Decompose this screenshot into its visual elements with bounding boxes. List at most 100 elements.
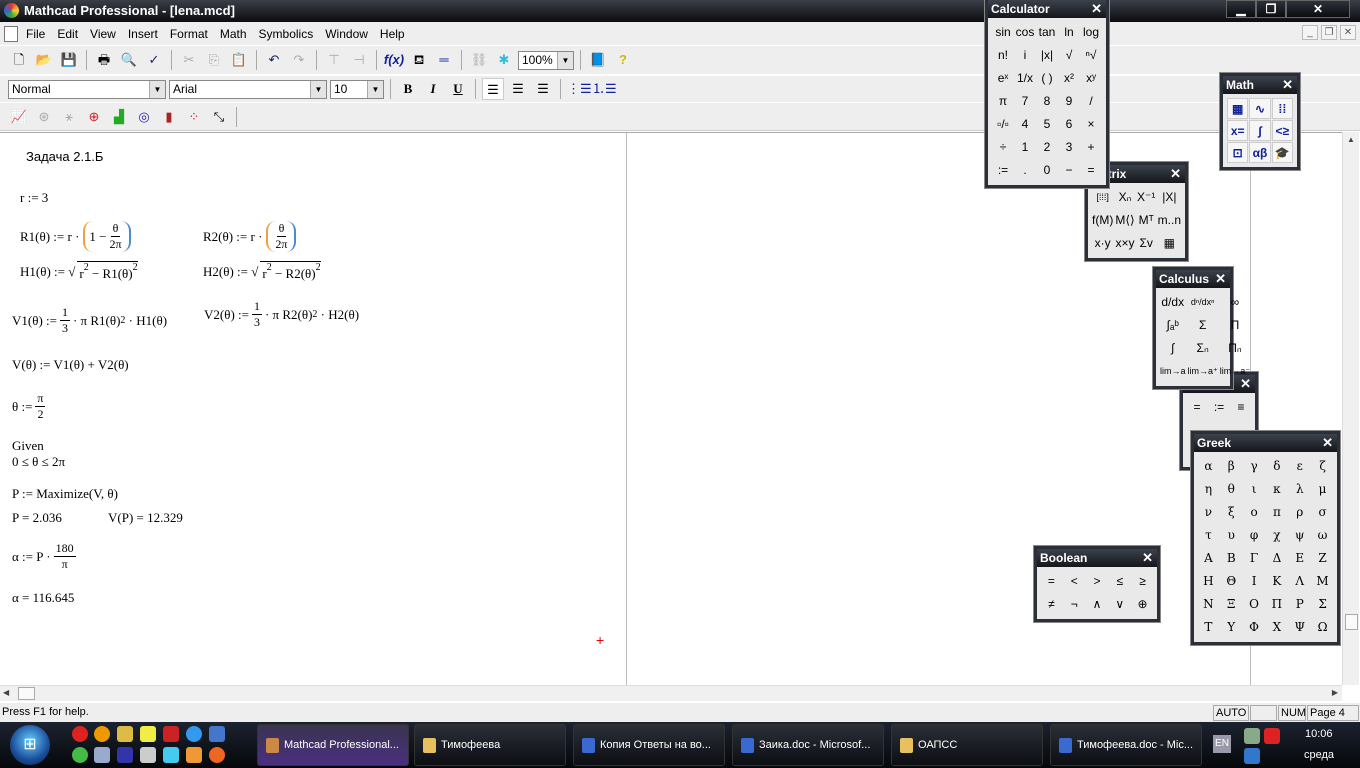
align-right-icon[interactable]: ☰ [532,78,554,100]
scroll-up-icon[interactable]: ▲ [1343,135,1359,144]
open-folder-icon[interactable]: 📂 [33,49,55,71]
calculator-key[interactable]: + [1080,137,1102,158]
greek-toolbar-icon[interactable]: αβ [1249,142,1271,163]
greek-key[interactable]: Ψ [1289,617,1310,638]
resource-center-icon[interactable]: ✱ [493,49,515,71]
diamond-icon[interactable] [163,747,179,763]
greek-key[interactable]: ψ [1289,525,1310,546]
greek-key[interactable]: ω [1312,525,1333,546]
insert-unit-icon[interactable]: ⛾ [408,49,430,71]
greek-key[interactable]: Α [1198,548,1219,569]
print-icon[interactable]: 🖶 [93,49,115,71]
calculator-key[interactable]: 5 [1036,114,1058,135]
calculator-key[interactable]: 8 [1036,91,1058,112]
greek-key[interactable]: η [1198,479,1219,500]
calculator-palette[interactable]: Calculator ✕ sin cos tan ln log n! i |x| √ ⁿ√ eˣ 1/x… [985,0,1109,188]
greek-key[interactable]: ο [1244,502,1265,523]
paste-icon[interactable]: 📋 [228,49,250,71]
paint-icon[interactable] [117,726,133,742]
taskbar-button[interactable]: Заика.doc - Microsof... [732,724,884,766]
greek-key[interactable]: χ [1267,525,1288,546]
greek-key[interactable]: Ν [1198,594,1219,615]
vp-result[interactable]: V(P) = 12.329 [108,510,183,526]
matrix-key[interactable]: Σv [1137,233,1156,254]
menu-window[interactable]: Window [319,27,374,41]
calculus-key[interactable]: d/dx [1160,292,1186,313]
undo-icon[interactable]: ↶ [263,49,285,71]
download-icon[interactable] [163,726,179,742]
greek-key[interactable]: ε [1289,456,1310,477]
calculator-toolbar-icon[interactable]: ▦ [1227,98,1249,119]
boolean-key[interactable]: ≠ [1041,594,1062,615]
greek-key[interactable]: Τ [1198,617,1219,638]
calculator-key[interactable]: − [1058,160,1080,181]
menu-view[interactable]: View [84,27,122,41]
close-icon[interactable]: ✕ [1322,434,1333,452]
clock-time[interactable]: 10:06 [1305,728,1333,740]
greek-key[interactable]: Γ [1244,548,1265,569]
calculator-key[interactable]: 1 [1014,137,1036,158]
matrix-toolbar-icon[interactable]: ⁞⁞ [1271,98,1293,119]
greek-key[interactable]: Β [1221,548,1242,569]
new-file-icon[interactable]: 🗋 [8,49,30,71]
opera-icon[interactable] [72,726,88,742]
taskbar-button[interactable]: Тимофеева [414,724,566,766]
redo-icon[interactable]: ↷ [288,49,310,71]
calculus-key[interactable]: ∞ [1220,292,1250,313]
underline-button[interactable]: U [447,78,469,100]
calculator-key[interactable]: cos [1014,22,1036,43]
boolean-key[interactable]: ∧ [1087,594,1108,615]
programming-toolbar-icon[interactable]: ⊡ [1227,142,1249,163]
h-scroll-thumb[interactable] [18,687,35,700]
greek-key[interactable]: β [1221,456,1242,477]
ie-icon[interactable] [186,726,202,742]
settings-icon[interactable] [94,747,110,763]
scroll-left-icon[interactable]: ◀ [3,688,9,697]
calculus-key[interactable]: dⁿ/dxⁿ [1188,292,1218,313]
xy-plot-icon[interactable]: 📈 [8,106,30,128]
font-size-select[interactable]: 10 ▼ [330,79,384,99]
boolean-key[interactable]: ≤ [1109,571,1130,592]
italic-button[interactable]: I [422,78,444,100]
start-button[interactable]: ⊞ [10,725,50,765]
greek-key[interactable]: Η [1198,571,1219,592]
greek-key[interactable]: ν [1198,502,1219,523]
calculator-key[interactable]: 2 [1036,137,1058,158]
help-question-icon[interactable]: ? [612,49,634,71]
calculus-key[interactable]: Πₙ [1220,338,1250,359]
matrix-key[interactable]: M⟨⟩ [1115,210,1134,231]
calculus-key[interactable]: lim→a⁻ [1220,361,1250,382]
alpha-result[interactable]: α = 116.645 [12,590,74,606]
close-icon[interactable]: ✕ [1215,270,1226,288]
scroll-right-icon[interactable]: ▶ [1332,688,1338,697]
calculus-key[interactable]: Σₙ [1188,338,1218,359]
greek-key[interactable]: Χ [1267,617,1288,638]
calculus-toolbar-icon[interactable]: ∫ [1249,120,1271,141]
evaluation-key[interactable]: ≡ [1231,397,1251,418]
greek-key[interactable]: Ι [1244,571,1265,592]
constraint[interactable]: 0 ≤ θ ≤ 2π [12,454,65,470]
calculator-key[interactable]: ▫/▫ [992,114,1014,135]
align-center-icon[interactable]: ☰ [507,78,529,100]
close-icon[interactable]: ✕ [1142,549,1153,567]
boolean-palette[interactable]: Boolean ✕ = < > ≤ ≥ ≠ ¬ ∧ ∨ ⊕ [1034,546,1160,622]
greek-key[interactable]: ι [1244,479,1265,500]
matrix-key[interactable]: m..n [1158,210,1181,231]
calculator-key[interactable]: 3 [1058,137,1080,158]
doc-close-button[interactable]: ✕ [1340,25,1356,40]
calculus-palette-title[interactable]: Calculus ✕ [1156,270,1230,288]
greek-key[interactable]: ξ [1221,502,1242,523]
avast-icon[interactable] [94,726,110,742]
cr-icon[interactable] [140,747,156,763]
network-tray-icon[interactable] [1244,728,1260,744]
polar-plot-icon[interactable]: ⊕ [83,106,105,128]
greek-key[interactable]: Π [1267,594,1288,615]
symbolic-toolbar-icon[interactable]: 🎓 [1271,142,1293,163]
calculator-key[interactable]: tan [1036,22,1058,43]
greek-key[interactable]: Δ [1267,548,1288,569]
close-icon[interactable]: ✕ [1091,0,1102,18]
menu-format[interactable]: Format [164,27,214,41]
style-select[interactable]: Normal ▼ [8,79,166,99]
scroll-thumb[interactable] [1345,614,1358,630]
contour-plot-icon[interactable]: ◎ [133,106,155,128]
